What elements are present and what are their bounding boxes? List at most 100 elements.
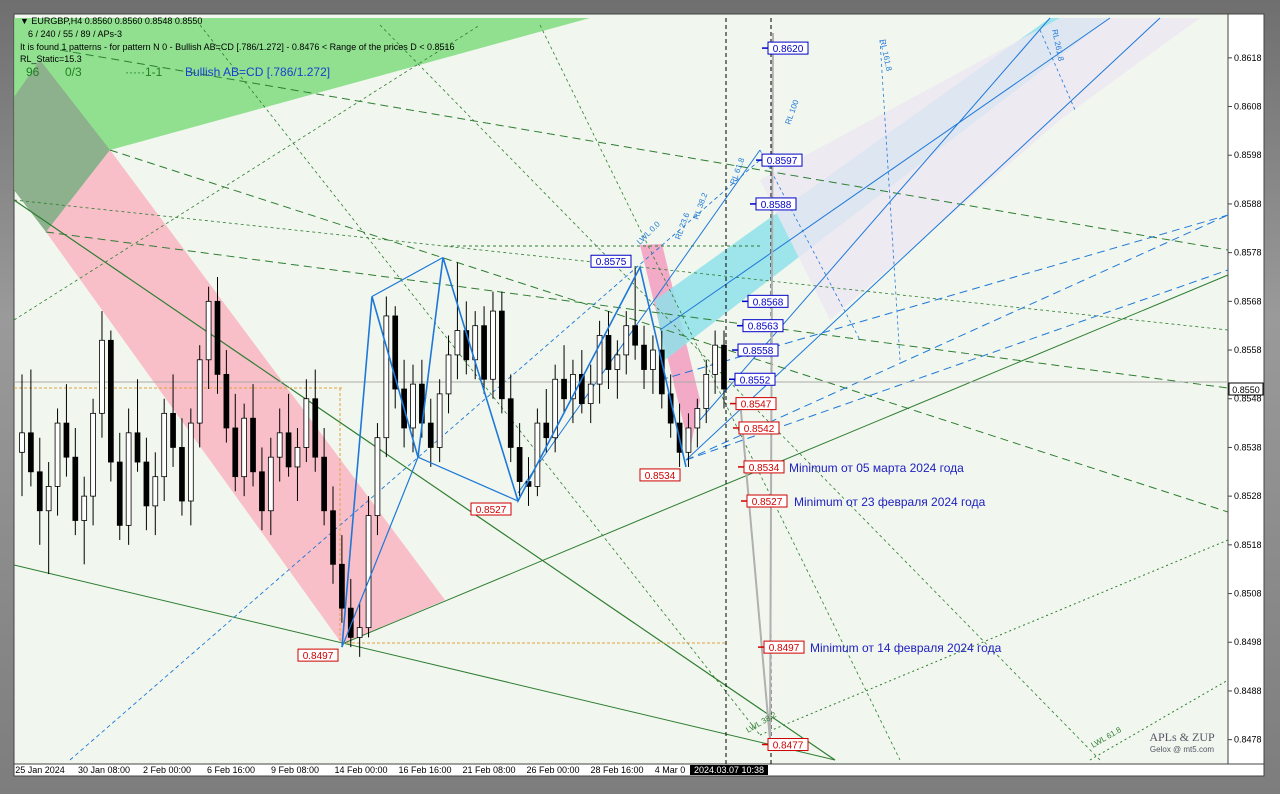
candle-body bbox=[356, 627, 363, 638]
candle-body bbox=[330, 510, 336, 565]
y-tick-label: 0.8538 bbox=[1234, 442, 1262, 452]
y-tick-label: 0.8558 bbox=[1234, 345, 1262, 355]
y-tick-label: 0.8598 bbox=[1234, 150, 1262, 160]
candle-body bbox=[561, 378, 567, 400]
y-tick-label: 0.8608 bbox=[1234, 102, 1262, 112]
price-chart[interactable]: 0.8497 0.8527 0.8575 0.8534 0.8620 0.8597 0.85… bbox=[0, 0, 1280, 794]
target-label: 0.8620 bbox=[773, 44, 804, 55]
pattern-found-line: It is found 1 patterns - for pattern N 0… bbox=[20, 42, 455, 52]
annotation-text: Minimum от 14 февраля 2024 года bbox=[810, 641, 1002, 655]
candle-body bbox=[36, 471, 43, 512]
symbol-line: ▼ EURGBP,H4 0.8560 0.8560 0.8548 0.8550 bbox=[20, 16, 202, 26]
dropdown-icon[interactable]: ▼ bbox=[20, 16, 31, 26]
candle-body bbox=[72, 456, 79, 521]
x-tick-label: 6 Feb 16:00 bbox=[207, 765, 255, 775]
x-tick-label: 28 Feb 16:00 bbox=[590, 765, 643, 775]
candle-body bbox=[721, 344, 727, 390]
candle-body bbox=[267, 456, 274, 512]
candle-body bbox=[99, 339, 105, 414]
pattern-price-label: 0.8497 bbox=[303, 651, 334, 662]
candle-body bbox=[54, 422, 61, 487]
y-tick-label: 0.8518 bbox=[1234, 540, 1262, 550]
candle-body bbox=[499, 310, 505, 400]
annotation-text: Minimum от 05 марта 2024 года bbox=[789, 461, 964, 475]
candle-body bbox=[481, 325, 487, 380]
candle-body bbox=[321, 456, 327, 512]
target-label: 0.8534 bbox=[749, 463, 780, 474]
candle-body bbox=[143, 461, 150, 507]
candle-body bbox=[276, 432, 283, 458]
candle-body bbox=[436, 393, 443, 448]
status-1-1: 1-1 bbox=[145, 65, 163, 79]
candle-body bbox=[134, 432, 141, 463]
candle-body bbox=[250, 417, 256, 473]
candle-body bbox=[205, 300, 212, 361]
y-tick-label: 0.8488 bbox=[1234, 686, 1262, 696]
y-tick-label: 0.8498 bbox=[1234, 637, 1262, 647]
status-0-3: 0/3 bbox=[65, 65, 82, 79]
annotation-text: Minimum от 23 февраля 2024 года bbox=[794, 495, 986, 509]
x-tick-label: 14 Feb 00:00 bbox=[334, 765, 387, 775]
candle-body bbox=[374, 437, 381, 517]
candle-body bbox=[641, 344, 647, 370]
candle-body bbox=[63, 422, 70, 458]
current-time-label: 2024.03.07 10:38 bbox=[694, 765, 764, 775]
status-96: 96 bbox=[26, 65, 40, 79]
x-tick-label: 4 Mar 0 bbox=[655, 765, 686, 775]
candle-body bbox=[45, 486, 52, 512]
x-tick-label: 25 Jan 2024 bbox=[15, 765, 65, 775]
candle-body bbox=[623, 325, 630, 356]
target-label: 0.8568 bbox=[753, 297, 784, 308]
candle-body bbox=[587, 383, 594, 405]
target-label: 0.8588 bbox=[761, 200, 792, 211]
candle-body bbox=[285, 432, 292, 468]
candle-body bbox=[454, 330, 461, 356]
pattern-price-label: 0.8534 bbox=[645, 471, 676, 482]
candle-body bbox=[294, 447, 301, 468]
candle-body bbox=[703, 373, 710, 409]
candle-body bbox=[712, 344, 718, 375]
candle-body bbox=[507, 398, 514, 448]
candle-body bbox=[116, 461, 123, 526]
watermark-title: APLs & ZUP bbox=[1149, 730, 1215, 744]
candle-body bbox=[605, 335, 612, 370]
candle-body bbox=[632, 325, 638, 346]
candle-body bbox=[427, 422, 434, 448]
candle-body bbox=[410, 383, 416, 429]
candle-body bbox=[365, 515, 372, 629]
candle-body bbox=[543, 422, 550, 439]
candle-body bbox=[347, 607, 354, 638]
target-label: 0.8497 bbox=[769, 643, 800, 654]
candle-body bbox=[223, 373, 230, 429]
candle-body bbox=[516, 447, 523, 482]
candle-body bbox=[187, 422, 194, 502]
params-line: 6 / 240 / 55 / 89 / APs-3 bbox=[28, 29, 123, 39]
candle-body bbox=[650, 349, 656, 370]
candle-body bbox=[241, 417, 247, 478]
target-label: 0.8542 bbox=[744, 424, 775, 435]
candle-body bbox=[232, 427, 239, 478]
candle-body bbox=[445, 354, 452, 395]
candle-body bbox=[161, 412, 168, 478]
candle-body bbox=[339, 563, 345, 609]
candle-body bbox=[685, 427, 692, 453]
target-label: 0.8547 bbox=[741, 400, 772, 411]
x-tick-label: 2 Feb 00:00 bbox=[143, 765, 191, 775]
candle-body bbox=[152, 476, 159, 507]
candle-body bbox=[90, 412, 96, 497]
pattern-price-label: 0.8575 bbox=[596, 257, 627, 268]
rl-static-label: RL_Static=15.3 bbox=[20, 54, 82, 64]
candle-body bbox=[108, 339, 114, 463]
candle-body bbox=[614, 354, 621, 370]
candle-body bbox=[534, 422, 541, 487]
pattern-price-label: 0.8527 bbox=[476, 505, 507, 516]
target-label: 0.8558 bbox=[743, 346, 774, 357]
candle-body bbox=[28, 432, 34, 473]
y-tick-label: 0.8508 bbox=[1234, 589, 1262, 599]
x-tick-label: 30 Jan 08:00 bbox=[78, 765, 130, 775]
pattern-name: Bullish AB=CD [.786/1.272] bbox=[185, 65, 331, 79]
watermark-sub: Gelox @ mt5.com bbox=[1150, 745, 1214, 754]
target-label: 0.8563 bbox=[748, 322, 779, 333]
candle-body bbox=[259, 471, 265, 512]
candle-body bbox=[196, 359, 203, 424]
